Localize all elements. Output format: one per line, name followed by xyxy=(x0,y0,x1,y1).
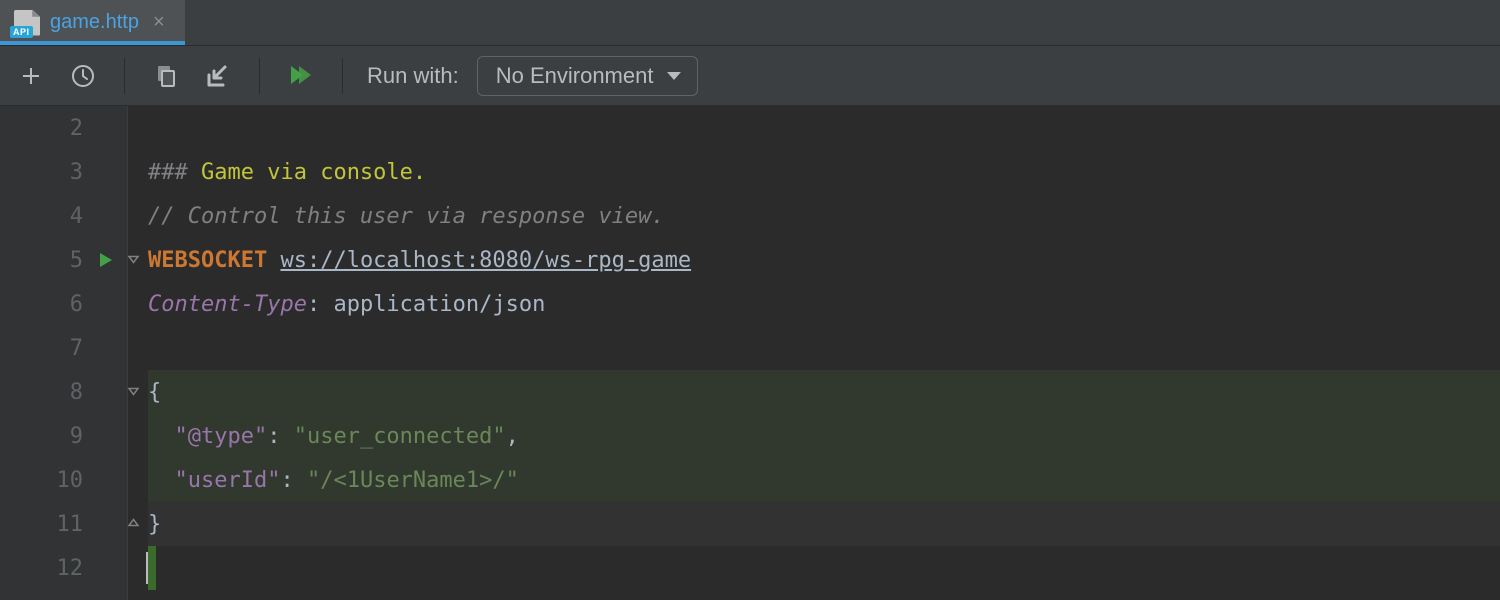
code-line: "@type": "user_connected", xyxy=(148,414,1500,458)
history-icon xyxy=(70,63,96,89)
line-number: 7 xyxy=(70,336,83,361)
gutter-line[interactable]: 2 xyxy=(0,106,127,150)
toolbar: Run with: No Environment xyxy=(0,46,1500,106)
separator xyxy=(124,58,125,94)
tab-bar: API game.http × xyxy=(0,0,1500,46)
environment-select[interactable]: No Environment xyxy=(477,56,699,96)
line-number: 8 xyxy=(70,380,83,405)
code-line: // Control this user via response view. xyxy=(148,194,1500,238)
line-number: 3 xyxy=(70,160,83,185)
gutter-line[interactable]: 11 xyxy=(0,502,127,546)
gutter-line[interactable]: 9 xyxy=(0,414,127,458)
copy-icon xyxy=(153,63,179,89)
line-number: 4 xyxy=(70,204,83,229)
caret-gutter-highlight xyxy=(148,546,156,590)
gutter-line[interactable]: 5 xyxy=(0,238,127,282)
import-icon xyxy=(205,63,231,89)
gutter-line[interactable]: 10 xyxy=(0,458,127,502)
plus-icon xyxy=(19,64,43,88)
separator xyxy=(259,58,260,94)
play-icon xyxy=(97,251,115,269)
gutter-line[interactable]: 12 xyxy=(0,546,127,590)
copy-button[interactable] xyxy=(149,59,183,93)
line-number: 9 xyxy=(70,424,83,449)
gutter-line[interactable]: 7 xyxy=(0,326,127,370)
api-badge: API xyxy=(10,26,33,38)
run-with-label: Run with: xyxy=(367,63,459,89)
code-line: { xyxy=(148,370,1500,414)
gutter: 2 3 4 5 6 7 8 9 10 11 12 xyxy=(0,106,128,600)
gutter-line[interactable]: 6 xyxy=(0,282,127,326)
code-line xyxy=(148,106,1500,150)
line-number: 12 xyxy=(57,556,84,581)
code-line xyxy=(148,546,1500,590)
code-line: "userId": "/<1UserName1>/" xyxy=(148,458,1500,502)
code-area[interactable]: ### Game via console. // Control this us… xyxy=(128,106,1500,600)
run-all-button[interactable] xyxy=(284,59,318,93)
line-number: 6 xyxy=(70,292,83,317)
gutter-line[interactable]: 4 xyxy=(0,194,127,238)
import-button[interactable] xyxy=(201,59,235,93)
close-icon[interactable]: × xyxy=(149,11,169,34)
line-number: 10 xyxy=(57,468,84,493)
separator xyxy=(342,58,343,94)
code-line: WEBSOCKET ws://localhost:8080/ws-rpg-gam… xyxy=(148,238,1500,282)
tab-game-http[interactable]: API game.http × xyxy=(0,0,185,45)
line-number: 11 xyxy=(57,512,84,537)
chevron-down-icon xyxy=(667,72,681,80)
file-http-icon: API xyxy=(14,10,40,36)
environment-value: No Environment xyxy=(496,63,654,89)
code-line: } xyxy=(148,502,1500,546)
run-request-button[interactable] xyxy=(97,251,115,269)
tab-title: game.http xyxy=(50,11,139,34)
history-button[interactable] xyxy=(66,59,100,93)
code-line: Content-Type: application/json xyxy=(148,282,1500,326)
run-all-icon xyxy=(287,62,315,90)
line-number: 5 xyxy=(70,248,83,273)
gutter-line[interactable]: 8 xyxy=(0,370,127,414)
editor[interactable]: 2 3 4 5 6 7 8 9 10 11 12 ### Game via console. // … xyxy=(0,106,1500,600)
line-number: 2 xyxy=(70,116,83,141)
code-line: ### Game via console. xyxy=(148,150,1500,194)
gutter-line[interactable]: 3 xyxy=(0,150,127,194)
add-request-button[interactable] xyxy=(14,59,48,93)
code-line xyxy=(148,326,1500,370)
